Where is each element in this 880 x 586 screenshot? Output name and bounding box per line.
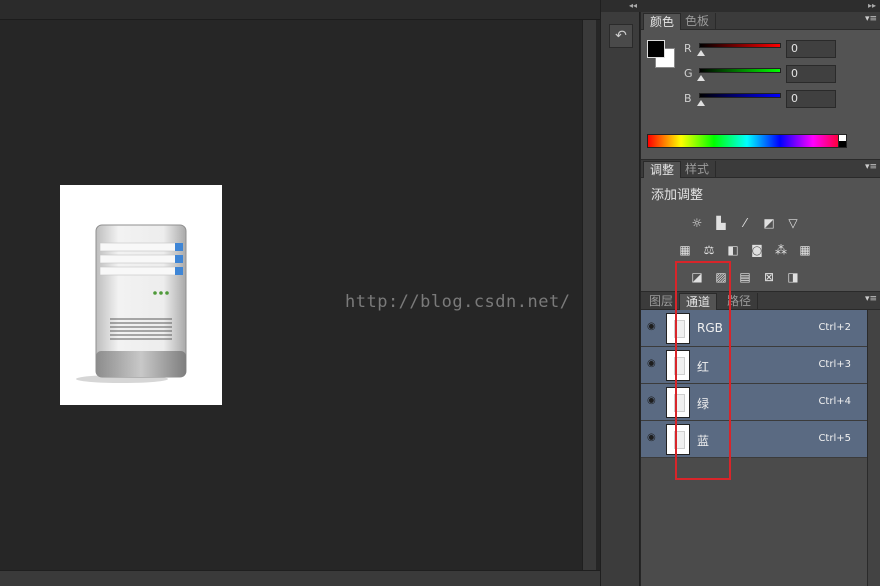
green-slider[interactable] — [699, 68, 781, 73]
add-adjustment-title: 添加调整 — [651, 188, 704, 203]
red-slider[interactable] — [699, 43, 781, 48]
hue-saturation-icon[interactable]: ▦ — [677, 243, 693, 257]
double-chevron-right-icon[interactable]: ▸▸ — [641, 0, 880, 12]
channel-shortcut: Ctrl+4 — [818, 396, 851, 407]
collapsed-panel-strip: ◂◂ ↶ — [600, 0, 641, 586]
eye-icon[interactable]: ◉ — [647, 433, 659, 443]
blue-slider[interactable] — [699, 93, 781, 98]
color-spectrum-bar[interactable] — [647, 134, 847, 148]
red-value-field[interactable]: 0 — [786, 40, 836, 58]
vibrance-icon[interactable]: ▽ — [785, 216, 801, 230]
selective-color-icon[interactable]: ◨ — [785, 270, 801, 284]
black-white-ramp[interactable] — [838, 134, 847, 148]
photo-filter-icon[interactable]: ◙ — [749, 243, 765, 257]
document-image[interactable] — [60, 185, 222, 405]
threshold-icon[interactable]: ▤ — [737, 270, 753, 284]
eye-icon[interactable]: ◉ — [647, 359, 659, 369]
green-label: G — [684, 67, 693, 80]
channels-vertical-scrollbar[interactable] — [867, 310, 880, 586]
tab-swatches[interactable]: 色板 — [679, 13, 717, 30]
channel-mixer-icon[interactable]: ⁂ — [773, 243, 789, 257]
server-tower-image — [76, 224, 187, 383]
color-panel: R 0 G 0 B 0 — [641, 30, 880, 160]
panel-menu-icon[interactable]: ▾≡ — [865, 14, 877, 24]
green-value-field[interactable]: 0 — [786, 65, 836, 83]
eye-icon[interactable]: ◉ — [647, 396, 659, 406]
channel-shortcut: Ctrl+3 — [818, 359, 851, 370]
blue-label: B — [684, 92, 692, 105]
history-brush-icon[interactable]: ↶ — [609, 24, 633, 48]
adjustments-panel-tabbar: 调整 样式 ▾≡ — [641, 160, 880, 178]
canvas-vertical-scrollbar[interactable] — [582, 20, 596, 570]
color-panel-tabbar: 颜色 色板 ▾≡ — [641, 12, 880, 30]
red-label: R — [684, 42, 692, 55]
black-white-icon[interactable]: ◧ — [725, 243, 741, 257]
tab-adjustments[interactable]: 调整 — [643, 161, 682, 178]
photoshop-window: http://blog.csdn.net/ ◂◂ ↶ ▸▸ 颜色 色板 ▾≡ R… — [0, 0, 880, 586]
panel-menu-icon[interactable]: ▾≡ — [865, 162, 877, 172]
red-highlight-box — [675, 261, 731, 480]
blue-value-field[interactable]: 0 — [786, 90, 836, 108]
blue-slider-thumb[interactable] — [697, 100, 705, 106]
panel-menu-icon[interactable]: ▾≡ — [865, 294, 877, 304]
tab-styles[interactable]: 样式 — [679, 161, 717, 178]
color-lookup-icon[interactable]: ▦ — [797, 243, 813, 257]
canvas-top-strip — [0, 0, 600, 20]
gradient-map-icon[interactable]: ⊠ — [761, 270, 777, 284]
canvas-area[interactable]: http://blog.csdn.net/ — [0, 20, 582, 570]
exposure-icon[interactable]: ◩ — [761, 216, 777, 230]
levels-icon[interactable]: ▙ — [713, 216, 729, 230]
brightness-contrast-icon[interactable]: ☼ — [689, 216, 705, 230]
channel-shortcut: Ctrl+2 — [818, 322, 851, 333]
green-slider-thumb[interactable] — [697, 75, 705, 81]
curves-icon[interactable]: ⁄ — [737, 216, 753, 230]
canvas-horizontal-scrollbar[interactable] — [0, 570, 600, 586]
foreground-color-swatch[interactable] — [647, 40, 665, 58]
double-chevron-left-icon[interactable]: ◂◂ — [601, 0, 641, 12]
watermark-text: http://blog.csdn.net/ — [345, 292, 571, 312]
red-slider-thumb[interactable] — [697, 50, 705, 56]
channel-shortcut: Ctrl+5 — [818, 433, 851, 444]
tab-color[interactable]: 颜色 — [643, 13, 682, 30]
color-balance-icon[interactable]: ⚖ — [701, 243, 717, 257]
eye-icon[interactable]: ◉ — [647, 322, 659, 332]
